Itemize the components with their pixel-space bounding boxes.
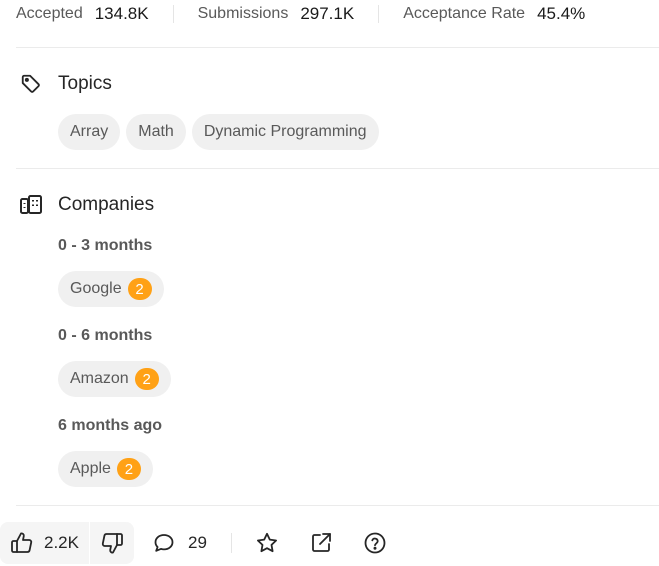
favorite-button[interactable]: [254, 530, 280, 556]
count-badge: 2: [134, 368, 159, 390]
thumbs-down-icon: [100, 531, 124, 555]
topics-title: Topics: [58, 73, 112, 94]
topic-tags: Array Math Dynamic Programming: [58, 114, 379, 150]
companies-header[interactable]: Companies: [18, 192, 154, 218]
count-badge: 2: [127, 278, 152, 300]
company-tag-apple[interactable]: Apple 2: [58, 451, 153, 487]
thumbs-up-icon: [10, 531, 34, 555]
action-divider: [230, 533, 232, 553]
company-name: Google: [70, 280, 122, 297]
dislike-button[interactable]: [90, 522, 134, 564]
stat-divider: [172, 5, 174, 23]
share-button[interactable]: [308, 530, 334, 556]
stats-bar: Accepted 134.8K Submissions 297.1K Accep…: [16, 0, 659, 28]
company-tag-amazon[interactable]: Amazon 2: [58, 361, 171, 397]
comments-button[interactable]: 29: [152, 531, 207, 555]
help-icon: [363, 531, 387, 555]
period-label: 6 months ago: [58, 417, 163, 434]
acceptance-rate-label: Acceptance Rate: [403, 5, 526, 22]
divider: [16, 168, 659, 169]
topic-tag-math[interactable]: Math: [126, 114, 186, 150]
comment-icon: [152, 531, 176, 555]
period-label: 0 - 6 months: [58, 327, 153, 344]
companies-title: Companies: [58, 194, 155, 215]
action-bar: 2.2K 29: [0, 522, 416, 564]
company-name: Amazon: [70, 370, 129, 387]
acceptance-rate-stat: Acceptance Rate 45.4%: [403, 4, 585, 24]
topic-tag-dynamic-programming[interactable]: Dynamic Programming: [191, 114, 379, 150]
divider: [16, 47, 659, 48]
company-name: Apple: [70, 460, 111, 477]
divider: [16, 505, 659, 506]
submissions-stat: Submissions 297.1K: [198, 4, 355, 24]
acceptance-rate-value: 45.4%: [537, 4, 586, 23]
submissions-value: 297.1K: [300, 4, 355, 23]
like-count: 2.2K: [44, 533, 79, 552]
company-tags: Amazon 2: [58, 361, 171, 397]
count-badge: 2: [116, 458, 141, 480]
period-label: 0 - 3 months: [58, 237, 153, 254]
like-button[interactable]: 2.2K: [0, 522, 89, 564]
accepted-label: Accepted: [16, 5, 83, 22]
accepted-stat: Accepted 134.8K: [16, 4, 149, 24]
comment-count: 29: [187, 533, 207, 552]
star-icon: [255, 531, 279, 555]
topics-header[interactable]: Topics: [18, 71, 112, 97]
accepted-value: 134.8K: [94, 4, 149, 23]
building-icon: [18, 192, 44, 218]
company-tags: Apple 2: [58, 451, 153, 487]
company-tag-google[interactable]: Google 2: [58, 271, 164, 307]
tag-icon: [18, 71, 44, 97]
share-icon: [309, 531, 333, 555]
submissions-label: Submissions: [197, 5, 289, 22]
help-button[interactable]: [362, 530, 388, 556]
topic-tag-array[interactable]: Array: [58, 114, 121, 150]
stat-divider: [378, 5, 380, 23]
vote-group: 2.2K: [0, 522, 134, 564]
company-tags: Google 2: [58, 271, 164, 307]
